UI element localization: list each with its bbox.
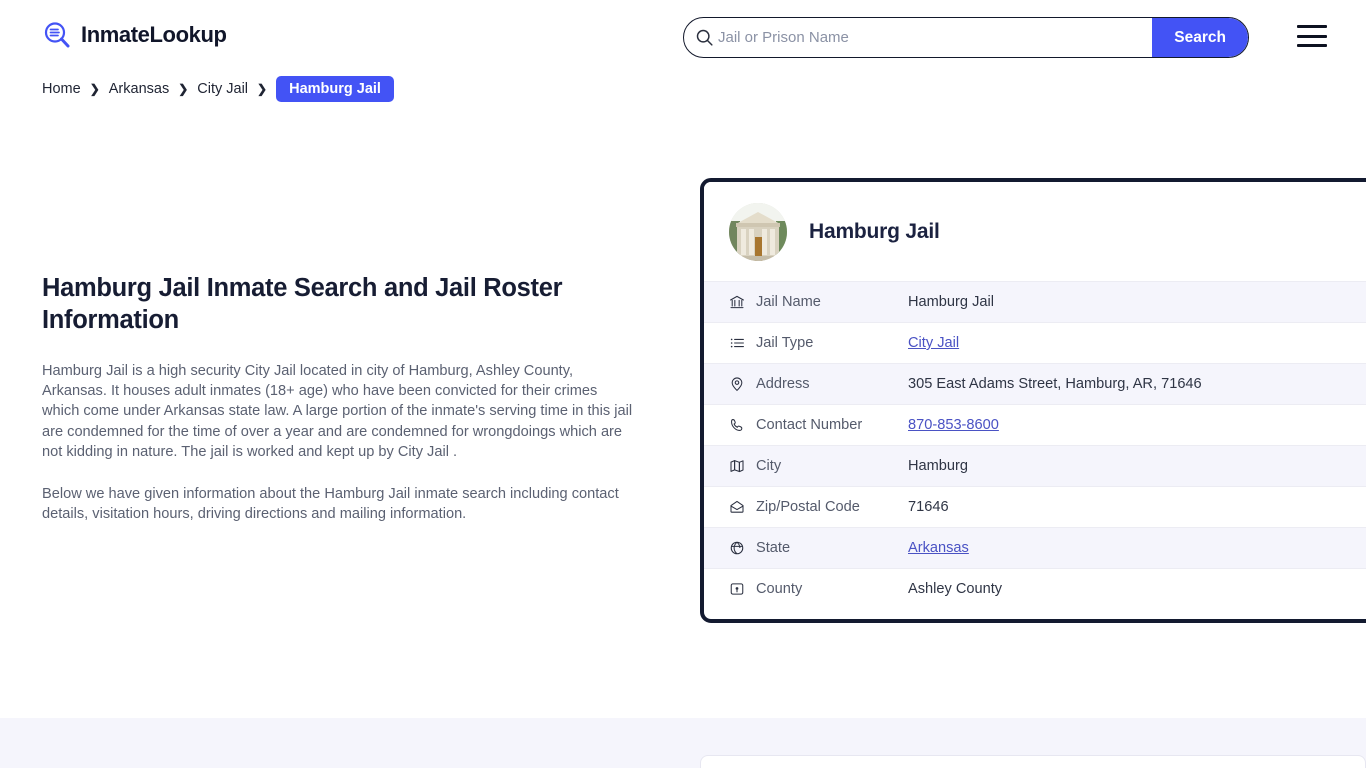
page-title: Hamburg Jail Inmate Search and Jail Rost… [42, 274, 563, 335]
info-row-label: County [756, 581, 803, 597]
envelope-icon [729, 499, 756, 515]
info-row-label: State [756, 540, 791, 556]
info-row: Address 305 East Adams Street, Hamburg, A… [704, 363, 1366, 404]
info-row-link[interactable]: 870-853-8600 [908, 417, 999, 433]
location-frame-icon [729, 581, 756, 597]
search-input[interactable] [718, 18, 1153, 57]
info-card-header: Hamburg Jail [704, 182, 1366, 281]
info-row-value[interactable]: City Jail [908, 335, 959, 351]
map-icon [729, 458, 756, 474]
breadcrumb-separator-icon: ❯ [257, 82, 268, 96]
info-row: Jail Name Hamburg Jail [704, 281, 1366, 322]
info-row-value[interactable]: 870-853-8600 [908, 417, 999, 433]
description-paragraph-2: Below we have given information about th… [42, 486, 619, 523]
breadcrumb-item-city-jail[interactable]: City Jail [197, 81, 248, 97]
breadcrumb-item-arkansas[interactable]: Arkansas [109, 81, 169, 97]
search-button[interactable]: Search [1152, 18, 1248, 57]
info-row-value: Hamburg [908, 458, 969, 474]
magnifier-list-icon [42, 20, 72, 50]
info-row: County Ashley County [704, 568, 1366, 609]
info-row: Zip/Postal Code 71646 [704, 486, 1366, 527]
list-icon [729, 335, 756, 351]
phone-icon [729, 417, 756, 433]
site-header: InmateLookup Search [0, 0, 1366, 74]
breadcrumb-item-hamburg-jail: Hamburg Jail [276, 76, 394, 102]
logo-text: InmateLookup [81, 22, 227, 47]
info-row-label: Contact Number [756, 417, 863, 433]
info-row-value: Ashley County [908, 581, 1003, 597]
search-icon [684, 28, 718, 47]
description-paragraph-1: Hamburg Jail is a high security City Jai… [42, 362, 633, 460]
info-card-title: Hamburg Jail [809, 219, 940, 243]
info-row-link[interactable]: City Jail [908, 335, 959, 351]
breadcrumb-item-home[interactable]: Home [42, 81, 81, 97]
jail-info-card: Hamburg Jail Jail Name Hamburg Jail Jail T… [700, 178, 1366, 623]
hamburger-bar [1297, 44, 1327, 47]
courthouse-building-photo [729, 202, 787, 261]
info-row-label: Zip/Postal Code [756, 499, 860, 515]
info-row-value: Hamburg Jail [908, 294, 994, 310]
breadcrumb-separator-icon: ❯ [89, 82, 100, 96]
globe-icon [729, 540, 756, 556]
info-row-label: Jail Name [756, 294, 821, 310]
info-row: Contact Number 870-853-8600 [704, 404, 1366, 445]
info-row-value: 305 East Adams Street, Hamburg, AR, 7164… [908, 376, 1202, 392]
site-logo[interactable]: InmateLookup [42, 20, 227, 50]
bottom-card-preview [700, 755, 1366, 768]
hamburger-menu-icon[interactable] [1297, 25, 1327, 47]
main-content: Hamburg Jail Inmate Search and Jail Rost… [42, 272, 638, 547]
hamburger-bar [1297, 34, 1327, 38]
info-row-label: Address [756, 376, 810, 392]
info-row: Jail Type City Jail [704, 322, 1366, 363]
breadcrumb-separator-icon: ❯ [178, 82, 189, 96]
info-table: Jail Name Hamburg Jail Jail Type City Jail A… [704, 281, 1366, 609]
info-row: City Hamburg [704, 445, 1366, 486]
bank-building-icon [729, 294, 756, 310]
breadcrumb: Home ❯ Arkansas ❯ City Jail ❯ Hamburg Jail [42, 76, 394, 102]
info-row-value: 71646 [908, 499, 949, 515]
info-row-label: City [756, 458, 782, 474]
page-root: InmateLookup Search Home ❯ Arkansas ❯ City J… [0, 0, 1366, 768]
info-row-value[interactable]: Arkansas [908, 540, 969, 556]
info-row: State Arkansas [704, 527, 1366, 568]
info-row-link[interactable]: Arkansas [908, 540, 969, 556]
info-row-label: Jail Type [756, 335, 814, 351]
search-bar[interactable]: Search [683, 17, 1249, 58]
hamburger-bar [1297, 25, 1327, 28]
map-pin-icon [729, 376, 756, 392]
